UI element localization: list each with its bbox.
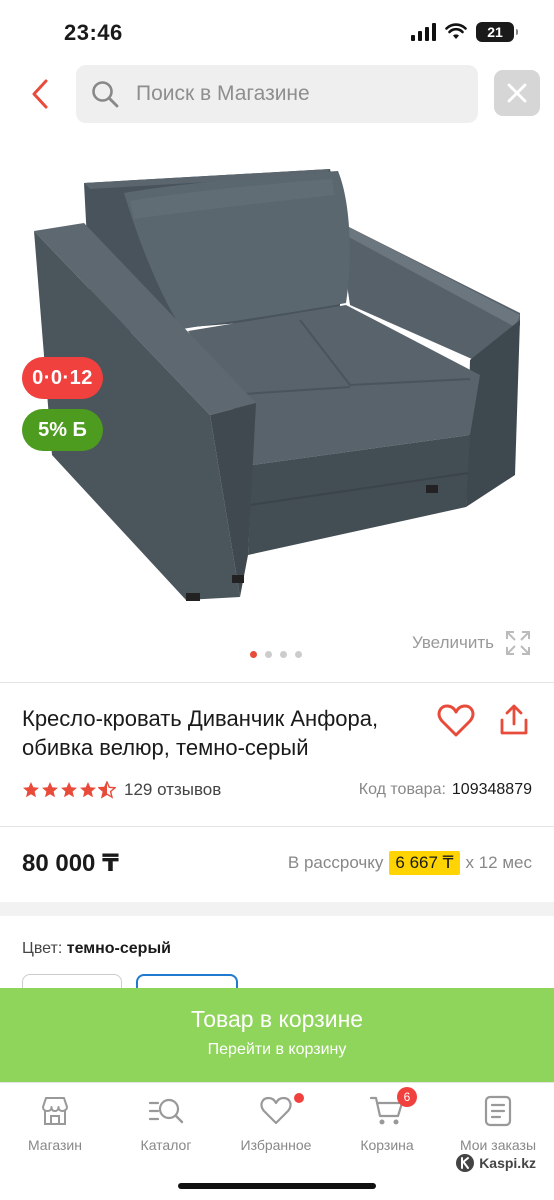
rating-stars[interactable] [22, 781, 116, 799]
pagination-dot[interactable] [280, 651, 287, 658]
battery-level: 21 [487, 24, 503, 40]
tab-label: Каталог [140, 1137, 192, 1153]
header [0, 64, 554, 124]
zoom-label: Увеличить [412, 633, 494, 652]
installment-amount: 6 667 ₸ [389, 851, 460, 875]
color-label: Цвет: [22, 940, 63, 957]
tab-label: Корзина [360, 1137, 414, 1153]
section-separator [0, 902, 554, 916]
orders-icon [448, 1093, 548, 1129]
cart-banner-title: Товар в корзине [190, 1006, 364, 1032]
expand-icon [506, 631, 530, 655]
catalog-icon [116, 1093, 216, 1129]
tab-label: Избранное [240, 1137, 312, 1153]
star-icon [80, 782, 96, 798]
favorite-button[interactable] [436, 702, 476, 740]
color-selector-label: Цвет: темно-серый [22, 940, 171, 958]
divider [0, 682, 554, 683]
pagination-dot[interactable] [250, 651, 257, 658]
pagination-dot[interactable] [295, 651, 302, 658]
tab-label: Мои заказы [459, 1137, 537, 1153]
share-icon [500, 704, 528, 735]
pagination-dot[interactable] [265, 651, 272, 658]
sku-value: 109348879 [451, 781, 532, 798]
shop-icon [5, 1093, 105, 1129]
heart-icon [437, 704, 475, 737]
gallery-pagination[interactable] [250, 651, 302, 658]
sku: Код товара: 109348879 [359, 781, 532, 799]
product-gallery[interactable]: 0·0·12 5% Б Увеличить [0, 135, 554, 665]
share-button[interactable] [494, 700, 534, 740]
divider [0, 826, 554, 827]
cart-banner-subtitle: Перейти в корзину [207, 1041, 347, 1058]
tab-favorites[interactable]: Избранное [226, 1093, 326, 1153]
half-star-icon [98, 781, 116, 799]
reviews-link[interactable]: 129 отзывов [124, 780, 221, 800]
tab-shop[interactable]: Магазин [5, 1093, 105, 1153]
tab-orders[interactable]: Мои заказы [448, 1093, 548, 1153]
installment-prefix: В рассрочку [287, 853, 384, 872]
tab-catalog[interactable]: Каталог [116, 1093, 216, 1153]
kaspi-logo: Kaspi.kz [455, 1153, 536, 1173]
go-to-cart-button[interactable]: Товар в корзине Перейти в корзину [0, 988, 554, 1082]
close-button[interactable] [494, 70, 540, 116]
product-title: Кресло-кровать Диванчик Анфора, обивка в… [22, 706, 379, 760]
tab-label: Магазин [27, 1137, 82, 1153]
tab-cart[interactable]: 6 Корзина [337, 1087, 437, 1153]
price: 80 000 ₸ [22, 849, 119, 877]
chevron-left-icon [32, 79, 48, 109]
search-icon [90, 79, 120, 109]
installment-badge: 0·0·12 [22, 357, 103, 399]
kaspi-logo-icon [456, 1154, 475, 1172]
installment-term: х 12 мес [465, 853, 533, 872]
cart-icon: 6 [337, 1087, 437, 1129]
cart-count-badge: 6 [397, 1087, 417, 1107]
bonus-badge: 5% Б [22, 409, 103, 451]
cellular-signal-icon [411, 23, 436, 41]
close-icon [507, 83, 527, 103]
star-icon [61, 782, 77, 798]
price-row: 80 000 ₸ В рассрочку 6 667 ₸ х 12 мес [22, 846, 532, 880]
home-indicator[interactable] [178, 1183, 376, 1189]
search-input[interactable] [136, 82, 436, 106]
search-box[interactable] [76, 65, 478, 123]
wifi-icon [445, 23, 467, 39]
sku-label: Код товара: [358, 781, 446, 798]
star-icon [42, 782, 58, 798]
status-icons: 21 [411, 22, 518, 42]
battery-icon: 21 [476, 22, 518, 42]
status-bar: 23:46 21 [0, 0, 554, 62]
star-icon [23, 782, 39, 798]
installment-info[interactable]: В рассрочку 6 667 ₸ х 12 мес [288, 851, 532, 875]
kaspi-logo-text: Kaspi.kz [479, 1155, 536, 1171]
notification-dot [294, 1093, 304, 1103]
status-time: 23:46 [64, 20, 123, 45]
armchair-bed-image [34, 169, 520, 601]
rating-row: 129 отзывов Код товара: 109348879 [22, 778, 532, 802]
zoom-button[interactable]: Увеличить [412, 629, 532, 657]
heart-icon [226, 1093, 326, 1129]
back-button[interactable] [22, 74, 58, 114]
color-value: темно-серый [66, 940, 171, 957]
